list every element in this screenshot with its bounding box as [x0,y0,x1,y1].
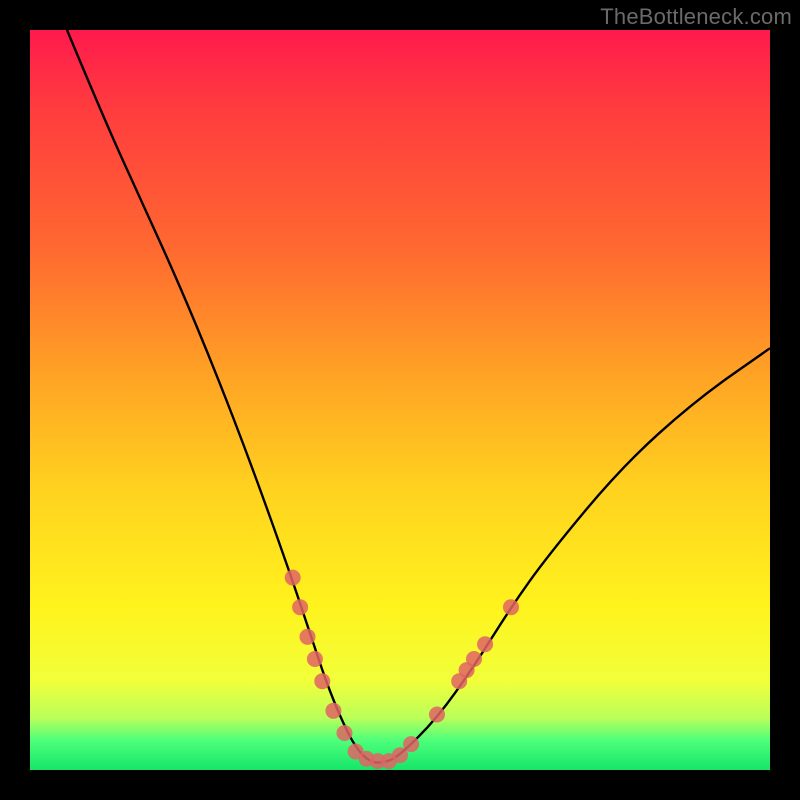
curve-marker [307,651,323,667]
bottleneck-curve [67,30,770,763]
plot-area [30,30,770,770]
curve-marker [314,673,330,689]
curve-marker [300,629,316,645]
curve-marker [285,570,301,586]
bottleneck-curve-svg [30,30,770,770]
curve-marker [466,651,482,667]
curve-group [67,30,770,763]
curve-marker [429,707,445,723]
curve-marker [337,725,353,741]
curve-marker [477,636,493,652]
curve-marker [292,599,308,615]
curve-marker [503,599,519,615]
curve-marker [325,703,341,719]
watermark-text: TheBottleneck.com [600,4,792,30]
curve-marker [403,736,419,752]
marker-group [285,570,519,770]
chart-frame: TheBottleneck.com [0,0,800,800]
